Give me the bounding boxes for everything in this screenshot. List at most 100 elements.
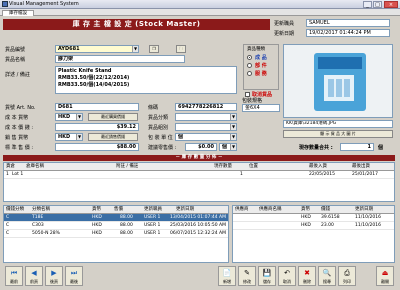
image-path-field[interactable]: KK\貨庫\32184港碼.JPG [283,120,393,128]
code-label: 貨品編號 [5,47,26,53]
barcode-field[interactable]: 6942778226812 [175,103,237,111]
table-row[interactable]: C 5050-N 28% HKD 88.00 USER 1 06/07/2015 12:3… [4,230,228,238]
col-header: 現存數量 [214,164,232,169]
code-field[interactable]: AYD681 ▼ [55,45,139,53]
art-label: 貨號 Art. No. [5,105,36,111]
cell: 11/10/2016 [355,215,381,220]
table-row[interactable]: HKD 39.6158 11/10/2016 [233,214,394,222]
group-select[interactable]: ▼ [175,123,237,131]
page-title: 庫 存 主 檔 設 定 (Stock Master) [3,19,270,30]
detail-line: RMB33.50/個(14/04/2015) [58,82,130,88]
cancel-button[interactable]: ↶ 取消 [278,266,296,286]
detail-textarea[interactable]: Plastic Knife Stand RMB33.50/個(22/12/201… [55,66,237,94]
product-image [283,44,393,118]
table-row[interactable]: HKD 23.00 11/10/2016 [233,222,394,230]
next-icon: ▶ [51,269,57,277]
purchase-grid[interactable]: 供應商 供應商名稱 貨幣 價錢 更新日期 HKD 39.6158 11/10/201… [232,205,395,263]
cell: C [6,231,10,236]
first-record-button[interactable]: ⏮ 最前 [5,266,23,286]
col-header: 價錢 [321,207,330,212]
unit-label: 包 裝 單 位 [148,135,173,141]
stock-total-unit: 個 [378,145,384,151]
price-grid[interactable]: 價錢分類 分類名稱 貨幣 售價 更新職員 更新日期 C T18E HKD 88.00 U… [3,205,229,263]
category-label: 貨品分類 [148,115,169,121]
cost-currency-label: 成 本 貨幣 [5,115,29,121]
radio-service[interactable] [247,71,252,76]
new-button[interactable]: 📄 新增 [218,266,236,286]
button-label: 列印 [343,279,351,284]
button-label: 新增 [223,279,231,284]
table-row[interactable]: C T18E HKD 88.00 USER 1 13/04/2015 01:07:44 A… [4,214,228,222]
radio-service-label: 服 務 [255,71,267,77]
name-field[interactable]: 膠刀架 [55,55,185,63]
first-icon: ⏮ [10,269,18,277]
table-row[interactable]: C C303 HKD 88.00 USER 1 25/03/2016 10:05:50 A… [4,222,228,230]
package-field[interactable]: 金6X4 [242,104,280,112]
cost-currency-select[interactable]: HKD ▼ [55,113,83,121]
copy-icon[interactable]: ❐ [149,45,159,53]
category-title: 貨品種類 [247,47,265,52]
sell-price-label: 標 準 售 價 : [5,145,34,151]
suggest-unit-select[interactable]: 個 ▼ [219,143,237,151]
minimize-button[interactable]: _ [363,1,372,8]
radio-part[interactable] [247,63,252,68]
button-label: 後頁 [50,279,58,284]
col-header: 更新職員 [144,207,162,212]
col-header: 最後出貨 [352,164,370,169]
unit-cost-label: 成 本 價 錢 : [5,125,34,131]
cell: Lot 1 [12,172,24,177]
category-select[interactable]: ▼ [175,113,237,121]
cell: 06/07/2015 12:32:24 AM [170,231,226,236]
cell: C [6,223,10,228]
edit-button[interactable]: ✎ 修改 [238,266,256,286]
inventory-grid[interactable]: 貨倉 倉庫名稱 附註 / 備註 現存數量 位置 最後入貨 最後出貨 1 Lot … [3,162,395,202]
cell: 5050-N 28% [32,231,60,236]
print-button[interactable]: ⎙ 列印 [338,266,356,286]
cell: T18E [32,215,44,220]
product-photo [284,45,392,117]
unit-cost-field[interactable]: $39.12 [55,123,139,131]
delete-button[interactable]: ✖ 刪除 [298,266,316,286]
unit-select[interactable]: 個 ▼ [175,133,237,141]
cell: USER 1 [144,215,161,220]
button-label: 修改 [243,279,251,284]
window-title: Visual Management System [9,1,79,7]
search-icon: 🔍 [322,269,332,277]
recent-purchase-price-button[interactable]: 最近購買價錢 [88,113,138,121]
col-header: 更新日期 [176,207,194,212]
stock-total-field: 1 [340,143,374,151]
suggest-price-field[interactable]: $0.00 [185,143,217,151]
art-field[interactable]: D681 [55,103,139,111]
cell: USER 1 [144,223,161,228]
button-label: 最後 [70,279,78,284]
folder-icon[interactable]: 🗀 [176,45,186,53]
col-header: 附註 / 備註 [116,164,139,169]
group-label: 貨品組別 [148,125,169,131]
last-icon: ⏭ [70,269,78,277]
tab-stock-master[interactable]: 庫存檔設 [2,10,34,16]
col-header: 供應商名稱 [259,207,282,212]
prev-record-button[interactable]: ◀ 前頁 [25,266,43,286]
edit-icon: ✎ [244,269,250,277]
button-label: 前頁 [30,279,38,284]
exit-button[interactable]: ⏏ 離開 [376,266,394,286]
sell-currency-select[interactable]: HKD ▼ [55,133,83,141]
last-record-button[interactable]: ⏭ 最後 [65,266,83,286]
sell-currency-label: 銷 售 貨幣 [5,135,29,141]
button-label: 刪除 [303,279,311,284]
radio-product[interactable] [247,55,252,60]
show-large-image-button[interactable]: 顯 示 貨 品 大 圖 片 [283,130,393,138]
save-button[interactable]: 💾 儲存 [258,266,276,286]
button-label: 搜尋 [323,279,331,284]
table-row[interactable]: 1 Lot 1 1 22/05/2015 25/01/2017 [4,171,394,179]
updated-by-label: 更新職員 [274,21,295,27]
undo-icon: ↶ [284,269,290,277]
maximize-button[interactable]: □ [373,1,382,8]
purchase-header: 供應商 供應商名稱 貨幣 價錢 更新日期 [233,206,394,214]
button-label: 最前 [10,279,18,284]
search-button[interactable]: 🔍 搜尋 [318,266,336,286]
recent-sales-price-button[interactable]: 最近銷售價錢 [88,133,138,141]
sell-price-field[interactable]: $88.00 [55,143,139,151]
next-record-button[interactable]: ▶ 後頁 [45,266,63,286]
close-window-button[interactable]: × [384,1,398,8]
